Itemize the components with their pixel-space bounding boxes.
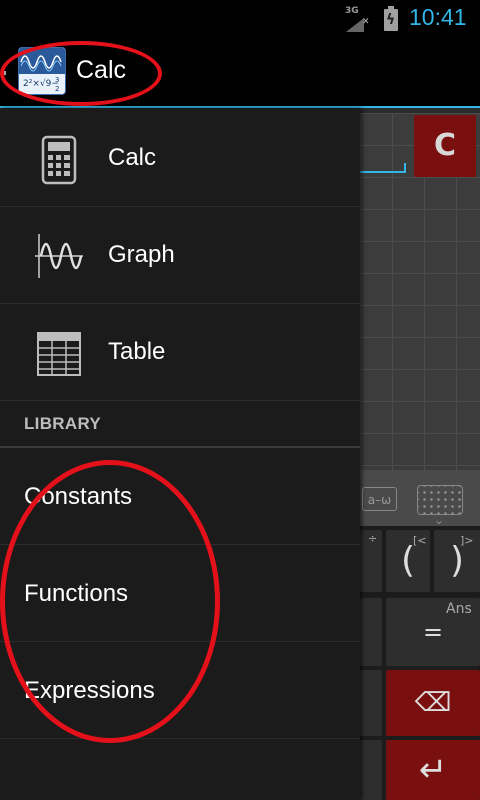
no-signal-icon: ✕ (362, 17, 370, 27)
library-section-header: LIBRARY (0, 403, 360, 448)
expression-input[interactable] (360, 163, 406, 173)
chevron-down-icon: ⌄ (434, 513, 445, 527)
enter-key[interactable]: ↵ (386, 740, 480, 800)
drawer-item-table[interactable]: Table (0, 305, 360, 401)
status-clock: 10:41 (409, 4, 467, 30)
ans-label: Ans (446, 601, 472, 617)
clear-button[interactable]: C (414, 115, 476, 177)
graph-wave-icon (33, 230, 85, 282)
annotation-circle-library (0, 460, 220, 743)
bracket-close-sup-label: ]> (460, 534, 474, 547)
drawer-item-calc[interactable]: Calc (0, 111, 360, 207)
drawer-item-label: Table (108, 338, 166, 365)
drawer-item-label: Calc (108, 144, 157, 171)
bracket-open-sup-label: [< (413, 534, 427, 547)
drawer-item-label: Graph (108, 241, 175, 268)
status-bar: 3G ✕ ϟ 10:41 (0, 0, 480, 38)
library-section-label: LIBRARY (24, 414, 102, 433)
omega-key[interactable]: a–ω (362, 487, 397, 511)
network-type-label: 3G (345, 6, 359, 16)
backspace-key[interactable]: ⌫ (386, 670, 480, 736)
left-arrow-key[interactable] (360, 598, 382, 666)
drawer-item-graph[interactable]: Graph (0, 208, 360, 304)
minus-key[interactable] (360, 670, 382, 736)
divide-sup-label: ÷ (368, 532, 378, 545)
table-grid-icon (33, 327, 85, 379)
plus-key[interactable] (360, 740, 382, 800)
calculator-icon (33, 133, 85, 185)
keyboard-icon[interactable] (417, 485, 463, 515)
battery-charging-icon: ϟ (384, 6, 398, 31)
annotation-circle-title (0, 41, 162, 106)
